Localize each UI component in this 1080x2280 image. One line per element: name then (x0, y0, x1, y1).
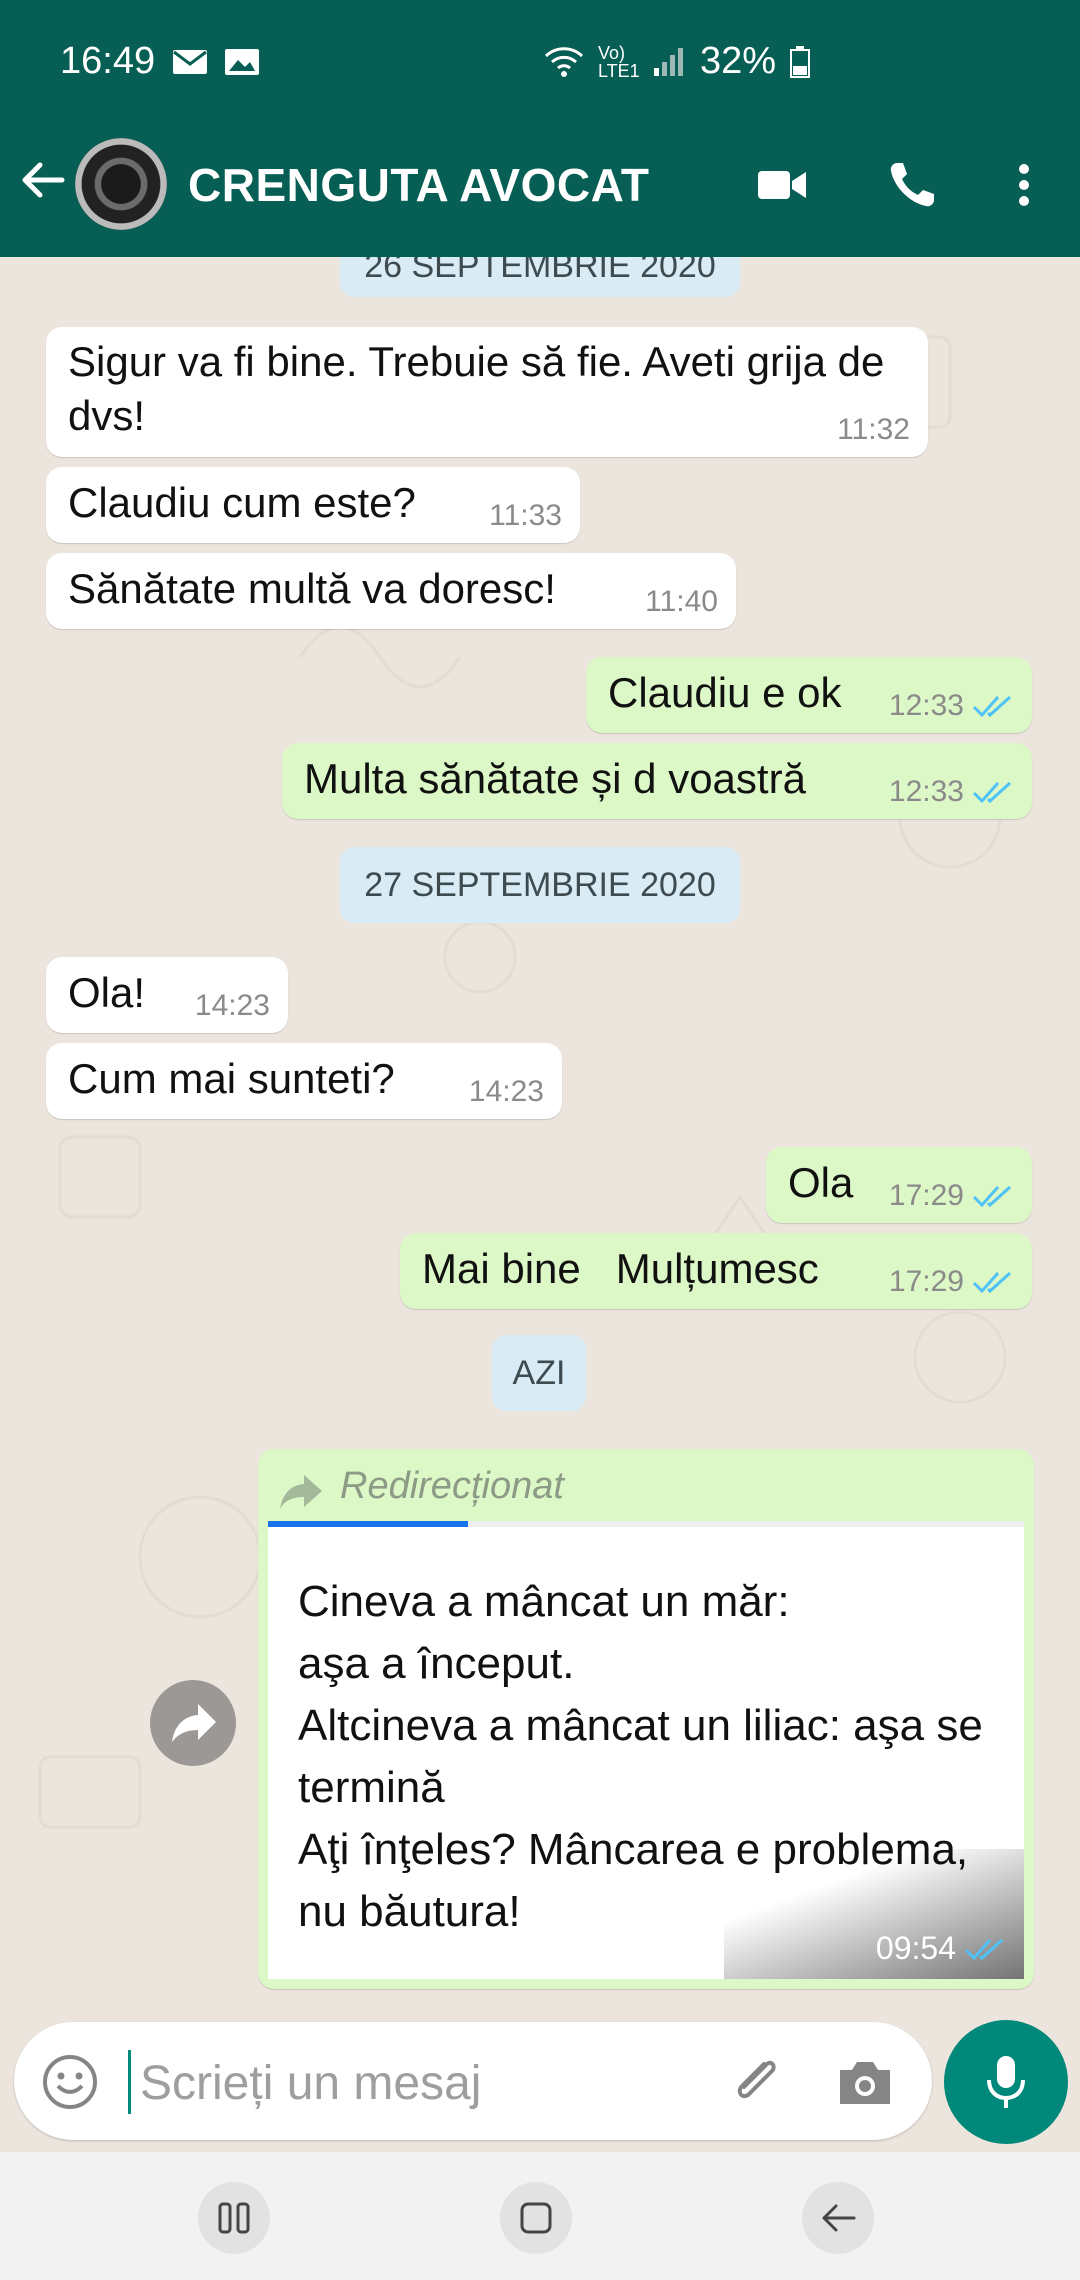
message-time: 11:40 (645, 585, 718, 618)
message-bubble-out[interactable]: Claudiu e ok 12:33 (586, 657, 1032, 733)
message-meta: 12:33 (889, 689, 1014, 723)
message-text: Ola! (68, 969, 146, 1016)
image-top-bar (268, 1521, 468, 1527)
battery-percent: 32% (699, 40, 776, 82)
message-bubble-in[interactable]: Cum mai sunteti? 14:23 (46, 1043, 562, 1119)
recent-apps-icon (218, 2202, 250, 2234)
back-arrow-icon[interactable] (18, 155, 68, 205)
message-text: Sănătate multă va doresc! (68, 565, 556, 612)
message-text: Claudiu cum este? (68, 479, 416, 526)
contact-name[interactable]: CRENGUTA AVOCAT (188, 158, 650, 212)
avatar[interactable] (75, 138, 167, 230)
message-time: 11:33 (489, 499, 562, 532)
back-button[interactable] (802, 2182, 874, 2254)
video-call-icon[interactable] (752, 155, 812, 215)
voice-record-button[interactable] (944, 2020, 1068, 2144)
forward-icon (280, 1475, 322, 1509)
read-ticks-icon (972, 781, 1012, 804)
status-right: Vo) LTE1 32% (544, 40, 810, 83)
read-ticks-icon (964, 1938, 1004, 1960)
message-bubble-out[interactable]: Multa sănătate și d voastră 12:33 (282, 743, 1032, 819)
back-nav-icon (822, 2204, 856, 2232)
message-text: Ola (788, 1159, 854, 1206)
wifi-icon (544, 46, 583, 77)
date-chip-today: AZI (492, 1335, 586, 1411)
forwarded-image[interactable]: Cineva a mâncat un măr: aşa a început. A… (268, 1521, 1024, 1979)
forwarded-label: Redirecționat (340, 1465, 564, 1507)
message-time: 14:23 (194, 989, 270, 1022)
attach-icon[interactable] (724, 2050, 786, 2112)
message-time: 11:32 (837, 413, 910, 446)
text-cursor (128, 2050, 131, 2114)
message-bubble-out[interactable]: Mai bine Mulțumesc 17:29 (400, 1233, 1032, 1309)
message-bubble-in[interactable]: Sănătate multă va doresc! 11:40 (46, 553, 736, 629)
battery-icon (790, 45, 810, 78)
home-button[interactable] (500, 2182, 572, 2254)
message-bubble-in[interactable]: Sigur va fi bine. Trebuie să fie. Aveti … (46, 327, 928, 457)
read-ticks-icon (972, 695, 1012, 718)
mic-icon (987, 2056, 1025, 2108)
quick-forward-button[interactable] (150, 1680, 236, 1766)
composer: Scrieți un mesaj (0, 2020, 1080, 2152)
message-text: Cum mai sunteti? (68, 1055, 395, 1102)
message-meta: 12:33 (889, 775, 1014, 809)
message-text: Sigur va fi bine. Trebuie să fie. Aveti … (68, 338, 885, 439)
message-time: 14:23 (468, 1075, 544, 1108)
message-text: Multa sănătate și d voastră (304, 755, 806, 802)
mail-icon (173, 50, 207, 74)
status-bar: 16:49 Vo) LTE1 32% (0, 0, 1080, 110)
date-chip-sep27: 27 SEPTEMBRIE 2020 (340, 847, 740, 923)
gallery-icon (225, 49, 259, 75)
network-label: Vo) LTE1 (597, 42, 640, 81)
phone-icon[interactable] (882, 155, 942, 215)
read-ticks-icon (972, 1271, 1012, 1294)
date-chip-sep26: 26 SEPTEMBRIE 2020 (340, 257, 740, 297)
chat-header: CRENGUTA AVOCAT (0, 110, 1080, 257)
recent-apps-button[interactable] (198, 2182, 270, 2254)
more-vert-icon[interactable] (994, 155, 1054, 215)
camera-icon[interactable] (834, 2052, 896, 2112)
share-arrow-icon (172, 1704, 216, 1742)
image-top-bar-rest (468, 1521, 1024, 1527)
message-meta: 17:29 (889, 1265, 1014, 1299)
message-meta: 17:29 (889, 1179, 1014, 1213)
system-nav-bar (0, 2152, 1080, 2280)
message-meta: 09:54 (876, 1930, 1006, 1967)
message-text: Mai bine Mulțumesc (422, 1245, 819, 1292)
message-bubble-in[interactable]: Claudiu cum este? 11:33 (46, 467, 580, 543)
emoji-icon[interactable] (40, 2052, 100, 2112)
forwarded-message[interactable]: Redirecționat Cineva a mâncat un măr: aş… (258, 1449, 1034, 1989)
message-bubble-in[interactable]: Ola! 14:23 (46, 957, 288, 1033)
status-time: 16:49 (60, 40, 156, 82)
signal-icon (653, 47, 683, 76)
message-text: Claudiu e ok (608, 669, 842, 716)
message-bubble-out[interactable]: Ola 17:29 (766, 1147, 1032, 1223)
message-input[interactable]: Scrieți un mesaj (14, 2022, 932, 2140)
home-icon (520, 2202, 552, 2234)
message-placeholder: Scrieți un mesaj (140, 2057, 482, 2110)
read-ticks-icon (972, 1185, 1012, 1208)
